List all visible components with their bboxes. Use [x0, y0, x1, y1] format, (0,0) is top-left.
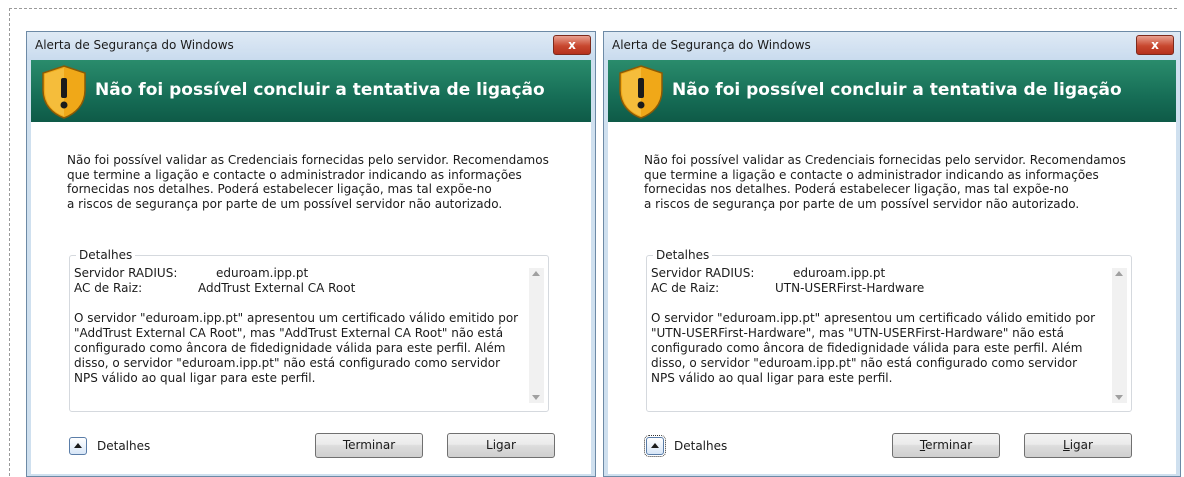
dialog-footer: Detalhes Terminar Ligar — [608, 433, 1176, 474]
details-textbox[interactable]: Servidor RADIUS: eduroam.ipp.pt AC de Ra… — [651, 266, 1109, 405]
title-bar[interactable]: Alerta de Segurança do Windows x — [604, 32, 1180, 60]
root-ca-row: AC de Raiz: UTN-USERFirst-Hardware — [651, 281, 1109, 296]
details-toggle-button[interactable] — [644, 435, 666, 457]
radius-server-row: Servidor RADIUS: eduroam.ipp.pt — [74, 266, 526, 281]
chevron-up-icon — [651, 443, 659, 448]
details-groupbox: Detalhes Servidor RADIUS: eduroam.ipp.pt… — [69, 248, 549, 412]
close-button[interactable]: x — [1136, 35, 1174, 55]
radius-server-label: Servidor RADIUS: — [651, 266, 755, 280]
chevron-up-icon — [74, 443, 82, 448]
root-ca-value: UTN-USERFirst-Hardware — [775, 281, 925, 295]
details-groupbox: Detalhes Servidor RADIUS: eduroam.ipp.pt… — [646, 248, 1132, 412]
window-title: Alerta de Segurança do Windows — [612, 38, 811, 52]
terminate-button[interactable]: Terminar — [315, 433, 423, 458]
close-icon: x — [1151, 38, 1159, 52]
root-ca-label: AC de Raiz: — [74, 281, 143, 295]
dialog-content: Não foi possível validar as Credenciais … — [31, 122, 591, 446]
radius-server-row: Servidor RADIUS: eduroam.ipp.pt — [651, 266, 1109, 281]
dialog-content: Não foi possível validar as Credenciais … — [608, 122, 1176, 446]
warning-shield-icon — [619, 65, 663, 119]
security-alert-dialog-1: Alerta de Segurança do Windows x Não foi… — [26, 31, 596, 477]
root-ca-label: AC de Raiz: — [651, 281, 720, 295]
details-scrollbar[interactable] — [1112, 268, 1127, 403]
window-title: Alerta de Segurança do Windows — [35, 38, 234, 52]
details-scrollbar[interactable] — [529, 268, 544, 403]
close-button[interactable]: x — [553, 35, 591, 55]
details-legend: Detalhes — [76, 248, 136, 262]
connect-mnemonic: L — [1063, 438, 1070, 452]
connect-button[interactable]: Ligar — [1024, 433, 1132, 458]
radius-server-value: eduroam.ipp.pt — [216, 266, 309, 280]
details-textbox[interactable]: Servidor RADIUS: eduroam.ipp.pt AC de Ra… — [74, 266, 526, 405]
close-icon: x — [568, 38, 576, 52]
radius-server-label: Servidor RADIUS: — [74, 266, 178, 280]
terminate-button[interactable]: Terminar — [892, 433, 1000, 458]
details-description: O servidor "eduroam.ipp.pt" apresentou u… — [74, 311, 519, 385]
alert-headline: Não foi possível concluir a tentativa de… — [672, 80, 1122, 100]
connect-label-rest: igar — [1069, 438, 1093, 452]
scroll-down-arrow-icon[interactable] — [1115, 395, 1123, 400]
alert-message: Não foi possível validar as Credenciais … — [67, 153, 549, 211]
terminate-label-rest: erminar — [925, 438, 973, 452]
dialog-footer: Detalhes Terminar Ligar — [31, 433, 591, 474]
details-legend: Detalhes — [653, 248, 713, 262]
details-toggle-button[interactable] — [69, 437, 87, 455]
scroll-up-arrow-icon[interactable] — [532, 271, 540, 276]
root-ca-value: AddTrust External CA Root — [198, 281, 356, 295]
radius-server-value: eduroam.ipp.pt — [793, 266, 886, 280]
details-description: O servidor "eduroam.ipp.pt" apresentou u… — [651, 311, 1096, 385]
root-ca-row: AC de Raiz: AddTrust External CA Root — [74, 281, 526, 296]
alert-message: Não foi possível validar as Credenciais … — [644, 153, 1126, 211]
alert-headline: Não foi possível concluir a tentativa de… — [95, 80, 545, 100]
alert-banner: Não foi possível concluir a tentativa de… — [608, 60, 1176, 122]
connect-button[interactable]: Ligar — [447, 433, 555, 458]
warning-shield-icon — [42, 65, 86, 119]
scroll-up-arrow-icon[interactable] — [1115, 271, 1123, 276]
details-toggle-label[interactable]: Detalhes — [674, 439, 727, 453]
scroll-down-arrow-icon[interactable] — [532, 395, 540, 400]
security-alert-dialog-2: Alerta de Segurança do Windows x Não foi… — [603, 31, 1181, 477]
title-bar[interactable]: Alerta de Segurança do Windows x — [27, 32, 595, 60]
alert-banner: Não foi possível concluir a tentativa de… — [31, 60, 591, 122]
details-toggle-label[interactable]: Detalhes — [97, 439, 150, 453]
